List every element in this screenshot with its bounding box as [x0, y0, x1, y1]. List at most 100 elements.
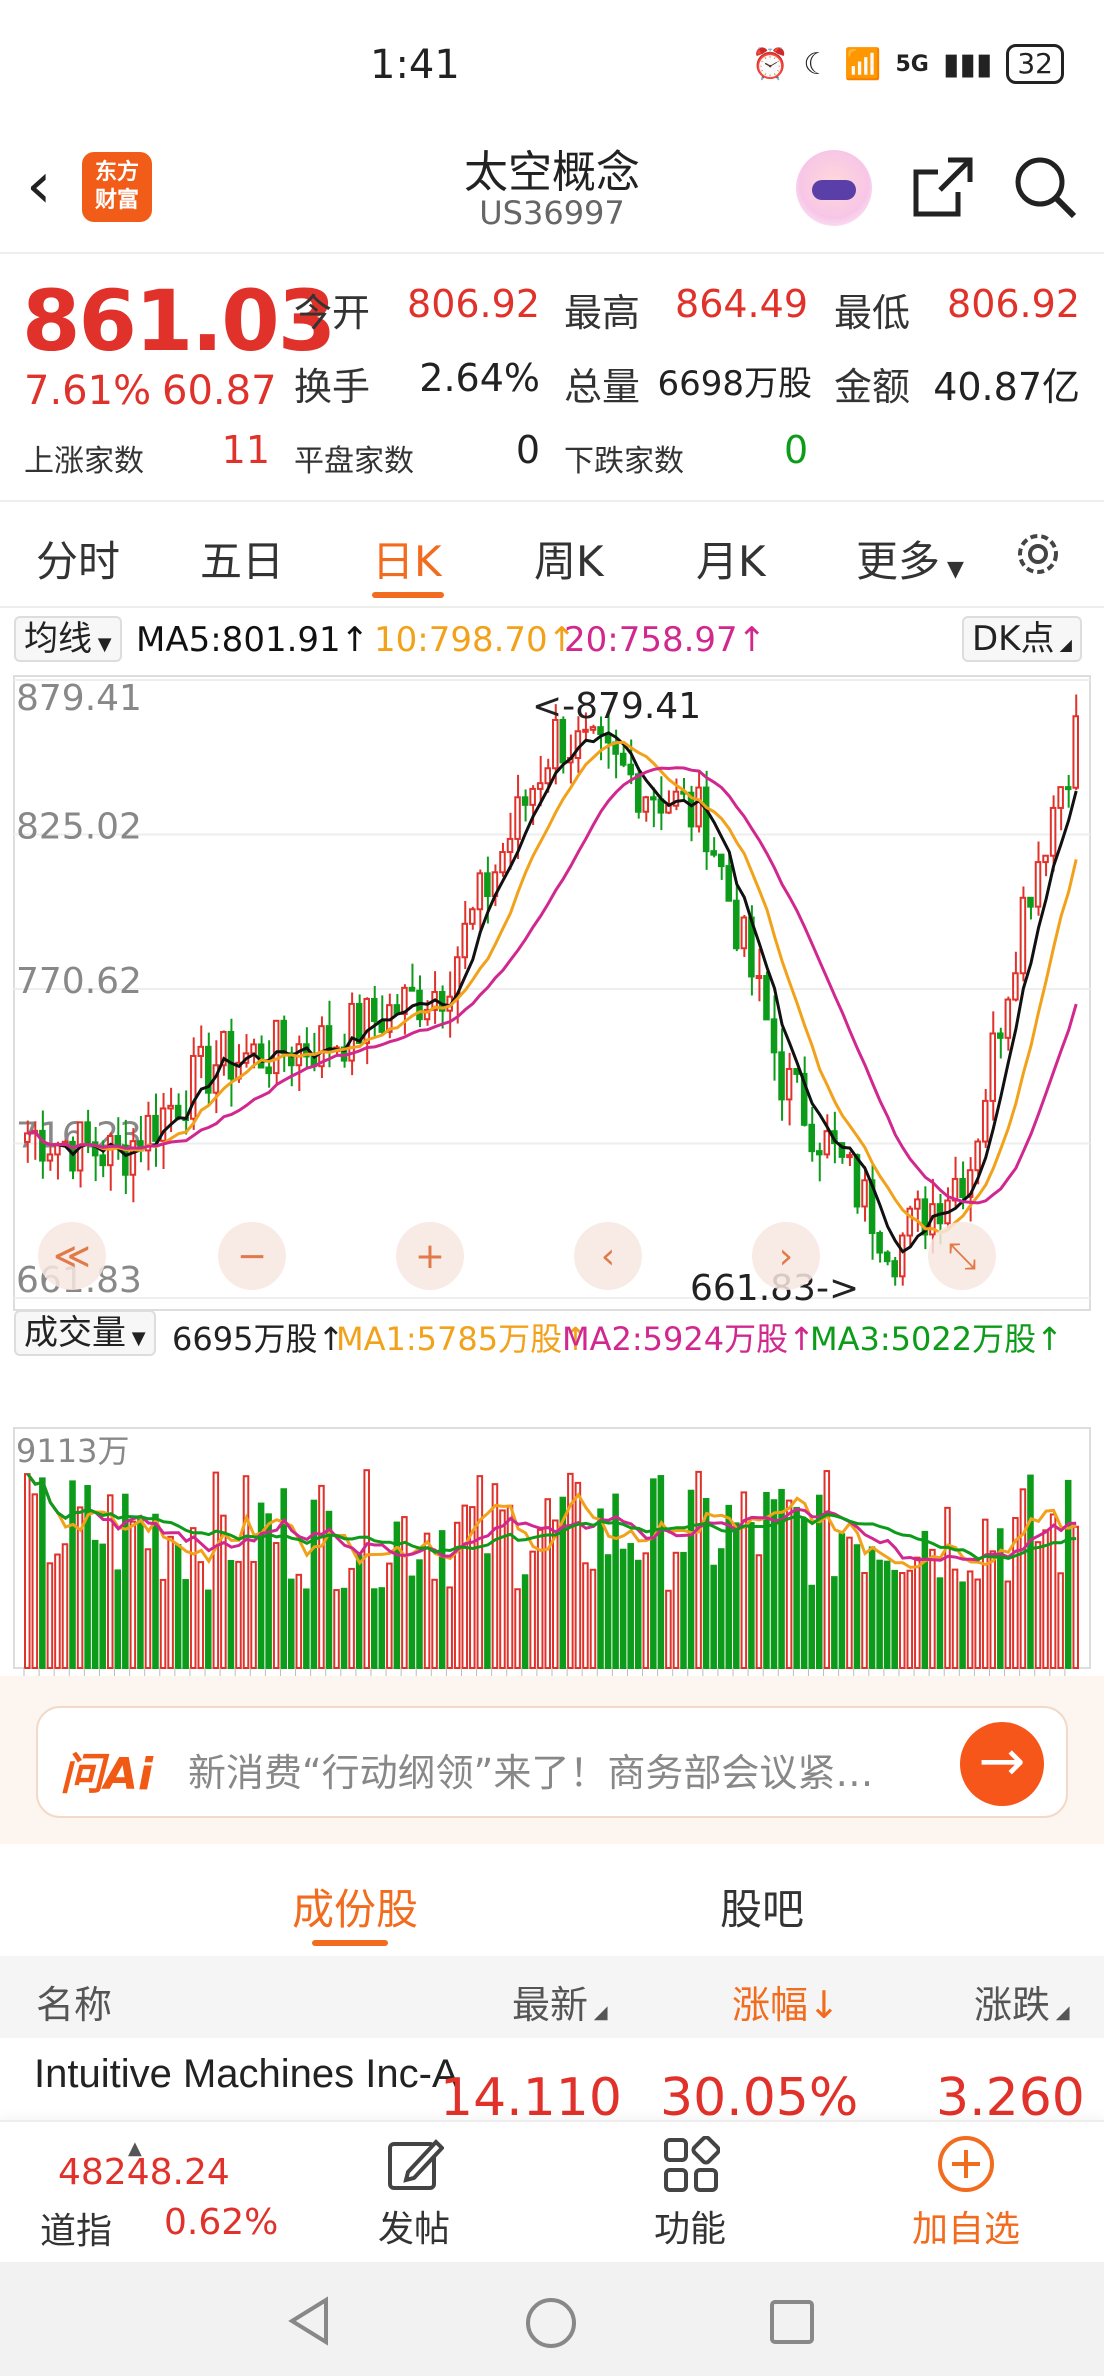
candle-body — [39, 1129, 46, 1162]
volume-bar — [846, 1536, 853, 1669]
index-value[interactable]: 48248.24 — [58, 2152, 230, 2193]
tab-weekly-k[interactable]: 周K — [534, 528, 604, 589]
add-circle-icon[interactable] — [936, 2134, 996, 2194]
volume-ma3: MA3:5022万股↑ — [810, 1320, 1063, 1358]
volume-bar — [333, 1589, 340, 1670]
volume-bar — [861, 1572, 868, 1669]
nav-function[interactable]: 功能 — [650, 2200, 730, 2252]
volume-selector-label: 成交量 — [24, 1313, 126, 1353]
candle-body — [619, 752, 627, 766]
corner-icon: ◢ — [1054, 635, 1072, 654]
volume-bar — [733, 1522, 740, 1669]
volume-bar — [642, 1552, 650, 1670]
volume-bar — [612, 1493, 619, 1670]
tab-five-day[interactable]: 五日 — [200, 528, 284, 589]
ai-news-text[interactable]: 新消费“行动纲领”来了！商务部会议紧… — [188, 1742, 988, 1797]
arrow-right-icon[interactable]: → — [960, 1722, 1044, 1806]
edit-icon[interactable] — [386, 2136, 444, 2194]
table-row[interactable]: Intuitive Machines Inc-A 14.110 30.05% 3… — [0, 2040, 1104, 2120]
volume-ma1: MA1:5785万股↑ — [336, 1320, 589, 1358]
volume-bar — [657, 1475, 665, 1669]
volume-value: 6698万股 — [657, 364, 812, 404]
candle-body — [1034, 861, 1042, 908]
tab-daily-k[interactable]: 日K — [372, 528, 442, 589]
candle-body — [514, 796, 521, 840]
volume-max-label: 9113万 — [16, 1432, 129, 1470]
volume-bar — [1004, 1580, 1012, 1670]
candle-body — [740, 916, 748, 950]
wifi-icon: 📶 — [844, 46, 882, 82]
tab-intraday[interactable]: 分时 — [36, 528, 120, 589]
candle-body — [370, 997, 378, 1022]
volume-bar — [582, 1562, 589, 1669]
volume-bar — [800, 1518, 808, 1669]
nav-recents-icon[interactable] — [768, 2298, 816, 2346]
turnover-value: 2.64% — [419, 356, 540, 400]
nav-post[interactable]: 发帖 — [374, 2200, 454, 2252]
amount-label: 金额 — [834, 365, 911, 409]
y-tick-label: 770.62 — [16, 961, 142, 1002]
volume-bar — [303, 1588, 310, 1670]
volume-bar — [31, 1493, 39, 1670]
volume-bar — [265, 1513, 272, 1670]
up-count-value: 11 — [221, 428, 270, 472]
gear-icon[interactable] — [1010, 526, 1066, 582]
volume-bar — [197, 1561, 205, 1670]
candle-body — [536, 782, 544, 790]
candle-body — [702, 786, 710, 853]
tab-monthly-k[interactable]: 月K — [696, 528, 766, 589]
candle-body — [227, 1030, 235, 1080]
search-icon[interactable] — [1010, 152, 1080, 222]
nav-home-icon[interactable] — [524, 2296, 578, 2350]
volume-bar — [423, 1532, 431, 1670]
candlestick-chart[interactable]: 879.41825.02770.62716.23661.83<-879.4166… — [0, 668, 1104, 1716]
volume-bar — [280, 1488, 288, 1670]
volume-bar — [921, 1530, 929, 1670]
turnover-label: 换手 — [294, 365, 371, 409]
volume-bar — [378, 1587, 386, 1669]
volume-bar — [597, 1508, 604, 1669]
ai-news-box[interactable]: 问Ai 新消费“行动纲领”来了！商务部会议紧… → — [36, 1706, 1068, 1818]
tab-forum[interactable]: 股吧 — [720, 1876, 804, 1937]
volume-bar — [785, 1499, 793, 1669]
volume-bar — [39, 1477, 46, 1669]
nav-back-icon[interactable] — [286, 2296, 334, 2346]
candle-body — [755, 975, 763, 980]
step-right-icon-glyph: › — [779, 1236, 793, 1277]
col-change-pct[interactable]: 涨幅↓ — [732, 1974, 840, 2029]
volume-bar — [408, 1575, 416, 1669]
dk-point-button[interactable]: DK点 ◢ — [962, 616, 1082, 662]
ai-assistant-avatar[interactable] — [796, 150, 872, 226]
nav-add-watchlist[interactable]: 加自选 — [906, 2200, 1026, 2252]
tab-more[interactable]: 更多 ▼ — [856, 528, 964, 589]
candle-body — [808, 1123, 816, 1153]
index-name[interactable]: 道指 — [40, 2202, 112, 2254]
row-last: 14.110 — [440, 2068, 622, 2120]
candle-body — [959, 1177, 966, 1198]
volume-bar — [499, 1509, 506, 1669]
open-value: 806.92 — [407, 282, 540, 326]
tab-constituents[interactable]: 成份股 — [292, 1876, 418, 1937]
candle-body — [627, 763, 634, 776]
col-last[interactable]: 最新 ◢ — [512, 1974, 608, 2029]
alarm-icon: ⏰ — [751, 46, 790, 82]
index-pct[interactable]: 0.62% — [164, 2202, 278, 2243]
volume-bar — [778, 1488, 785, 1669]
volume-bar — [272, 1542, 280, 1669]
tab-more-label: 更多 — [856, 537, 941, 586]
volume-bar — [370, 1588, 378, 1670]
zoom-in-icon-glyph: + — [415, 1236, 445, 1277]
candle-body — [891, 1260, 898, 1278]
volume-bar — [189, 1527, 197, 1669]
active-tab-underline — [372, 592, 444, 598]
volume-bar — [99, 1543, 106, 1670]
ma-selector[interactable]: 均线 ▼ — [14, 616, 122, 662]
volume-selector[interactable]: 成交量 ▼ — [14, 1310, 156, 1356]
volume-bar — [914, 1556, 921, 1670]
share-icon[interactable] — [908, 152, 978, 222]
grid-icon[interactable] — [662, 2136, 720, 2194]
col-change[interactable]: 涨跌 ◢ — [974, 1974, 1070, 2029]
quote-panel: 861.03 7.61% 60.87 今开 806.92 最高 864.49 最… — [0, 256, 1104, 502]
kline-chart-area: 均线 ▼ MA5:801.91↑ 10:798.70↑ 20:758.97↑ D… — [0, 610, 1104, 1716]
volume-ma2: MA2:5924万股↑ — [562, 1320, 815, 1358]
